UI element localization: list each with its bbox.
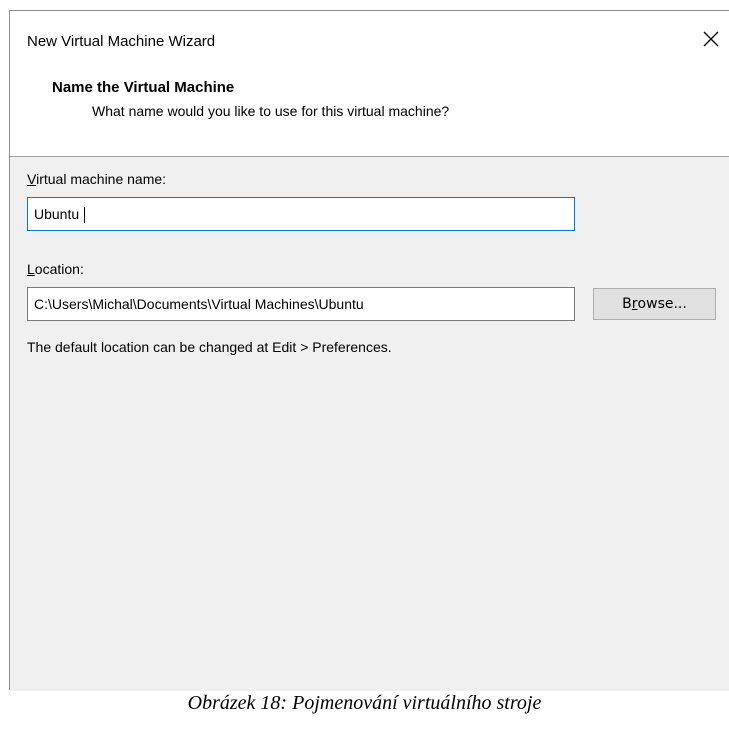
location-label-accelerator: L bbox=[27, 261, 35, 277]
figure-caption: Obrázek 18: Pojmenování virtuálního stro… bbox=[187, 692, 542, 714]
page-title: Name the Virtual Machine bbox=[52, 79, 235, 96]
vm-name-label: Virtual machine name: bbox=[27, 171, 166, 187]
location-value: C:\Users\Michal\Documents\Virtual Machin… bbox=[34, 296, 364, 312]
location-hint: The default location can be changed at E… bbox=[27, 339, 392, 355]
wizard-dialog: New Virtual Machine Wizard Name the Virt… bbox=[9, 10, 729, 691]
vm-name-value: Ubuntu bbox=[34, 206, 80, 222]
close-button[interactable] bbox=[693, 21, 729, 57]
vm-name-label-accelerator: V bbox=[27, 171, 37, 187]
vm-name-input[interactable]: Ubuntu bbox=[27, 197, 575, 231]
browse-label-start: B bbox=[622, 296, 632, 312]
wizard-content: Virtual machine name: Ubuntu Location: C… bbox=[10, 157, 729, 691]
page-subtitle: What name would you like to use for this… bbox=[92, 103, 450, 119]
close-icon bbox=[703, 31, 719, 47]
browse-button[interactable]: Br owse... bbox=[593, 288, 716, 320]
title-bar: New Virtual Machine Wizard bbox=[10, 11, 729, 63]
text-caret bbox=[84, 207, 86, 224]
location-label-text: ocation: bbox=[34, 261, 84, 277]
vm-name-label-text: irtual machine name: bbox=[36, 171, 167, 187]
location-input[interactable]: C:\Users\Michal\Documents\Virtual Machin… bbox=[27, 287, 575, 321]
browse-label-end: owse... bbox=[637, 296, 687, 312]
wizard-header: Name the Virtual Machine What name would… bbox=[10, 63, 729, 157]
window-title: New Virtual Machine Wizard bbox=[27, 33, 216, 50]
location-label: Location: bbox=[27, 261, 84, 277]
